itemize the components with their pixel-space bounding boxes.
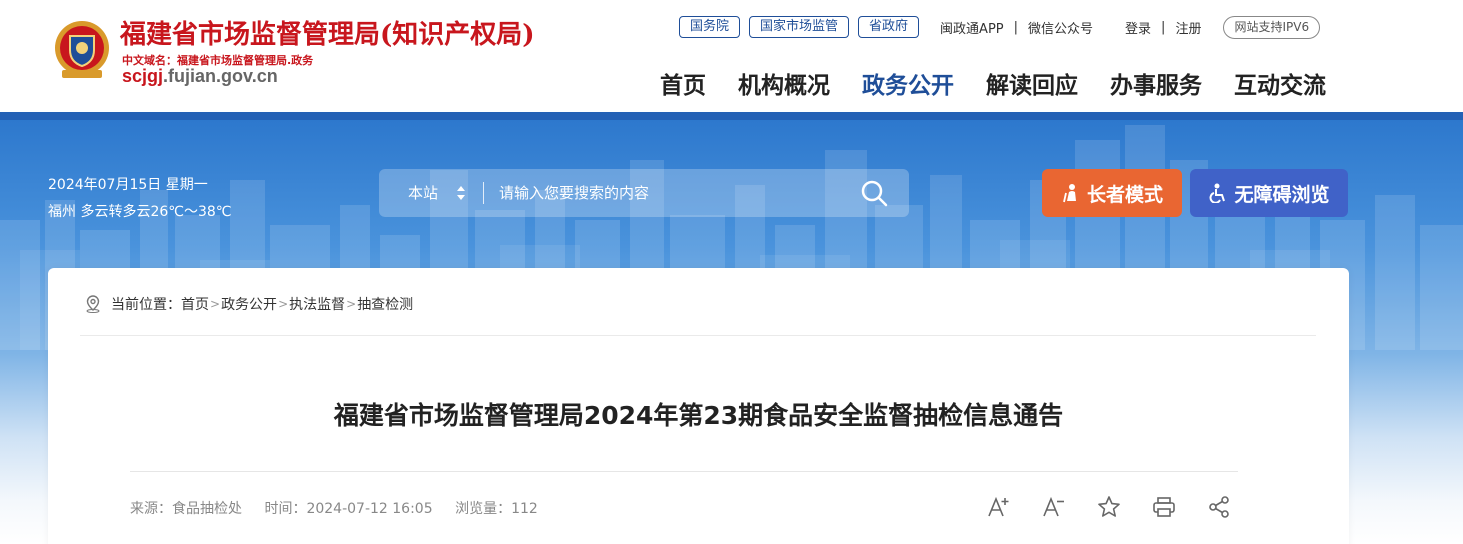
article-meta: 来源：食品抽检处 时间：2024-07-12 16:05 浏览量：112 [130,498,556,518]
article-tools [986,494,1232,520]
login-link[interactable]: 登录 [1125,18,1151,37]
emblem-icon [55,21,109,78]
accessibility-label: 无障碍浏览 [1234,183,1330,206]
font-decrease-icon[interactable] [1041,494,1067,520]
main-nav: 首页 机构概况 政务公开 解读回应 办事服务 互动交流 [660,66,1326,100]
article-card: 当前位置： 首页 > 政务公开 > 执法监督 > 抽查检测 福建省市场监督管理局… [48,268,1349,544]
link-province-gov[interactable]: 省政府 [858,16,920,38]
breadcrumb-inspection[interactable]: 抽查检测 [357,294,413,314]
search-icon[interactable] [860,179,888,207]
article-title: 福建省市场监督管理局2024年第23期食品安全监督抽检信息通告 [333,401,1064,430]
date-weather: 2024年07月15日 星期一 福州 多云转多云26℃～38℃ [48,172,232,226]
nav-interaction[interactable]: 互动交流 [1234,66,1326,100]
ipv6-badge: 网站支持IPV6 [1223,15,1321,39]
site-title[interactable]: 福建省市场监督管理局(知识产权局) [120,14,535,51]
link-samr[interactable]: 国家市场监管 [749,16,850,38]
separator: | [1161,19,1166,35]
search-scope-select[interactable]: 本站 [408,182,438,203]
nav-services[interactable]: 办事服务 [1110,66,1202,100]
current-date: 2024年07月15日 星期一 [48,177,208,193]
link-guowuyuan[interactable]: 国务院 [679,16,741,38]
breadcrumb-home[interactable]: 首页 [181,294,209,314]
top-links: 国务院 国家市场监管 省政府 闽政通APP | 微信公众号 登录 | 注册 网站… [679,15,1321,39]
divider [130,471,1238,472]
breadcrumb-separator: > [278,297,289,311]
separator: | [1013,19,1019,35]
elder-mode-button[interactable]: 长者模式 [1042,169,1182,217]
link-mzt-app[interactable]: 闽政通APP [940,18,1004,37]
weather-info: 福州 多云转多云26℃～38℃ [48,204,232,220]
en-domain-highlight: scjgj [122,66,164,86]
nav-about[interactable]: 机构概况 [738,66,830,100]
breadcrumb-enforcement[interactable]: 执法监督 [289,294,345,314]
elder-mode-label: 长者模式 [1086,183,1163,206]
font-increase-icon[interactable] [986,494,1012,520]
header-strip [0,112,1463,120]
nav-gov-affairs[interactable]: 政务公开 [862,66,954,100]
register-link[interactable]: 注册 [1175,18,1201,37]
en-domain-rest: .fujian.gov.cn [163,66,278,86]
article-views: 浏览量：112 [455,501,538,517]
location-icon [86,295,100,313]
divider [80,335,1316,336]
nav-interpretation[interactable]: 解读回应 [986,66,1078,100]
breadcrumb-prefix: 当前位置： [111,297,181,313]
star-icon[interactable] [1096,494,1122,520]
article-time: 时间：2024-07-12 16:05 [264,501,433,517]
print-icon[interactable] [1151,494,1177,520]
breadcrumb-separator: > [346,297,357,311]
share-icon[interactable] [1206,494,1232,520]
nav-home[interactable]: 首页 [660,66,706,100]
search-input[interactable] [499,177,859,209]
link-wechat[interactable]: 微信公众号 [1028,18,1093,37]
search-divider [483,182,484,204]
accessibility-button[interactable]: 无障碍浏览 [1190,169,1348,217]
breadcrumb-gov-affairs[interactable]: 政务公开 [221,294,277,314]
article-source: 来源：食品抽检处 [130,501,242,517]
breadcrumb-separator: > [210,297,221,311]
site-header: 福建省市场监督管理局(知识产权局) 中文域名：福建省市场监督管理局.政务 scj… [0,0,1463,114]
breadcrumb: 当前位置： 首页 > 政务公开 > 执法监督 > 抽查检测 [85,294,413,314]
en-domain: scjgj.fujian.gov.cn [122,66,278,87]
sort-arrows-icon[interactable] [456,183,466,203]
search-bar: 本站 [379,169,909,217]
elder-icon [1063,184,1076,203]
wheelchair-icon [1210,183,1226,203]
